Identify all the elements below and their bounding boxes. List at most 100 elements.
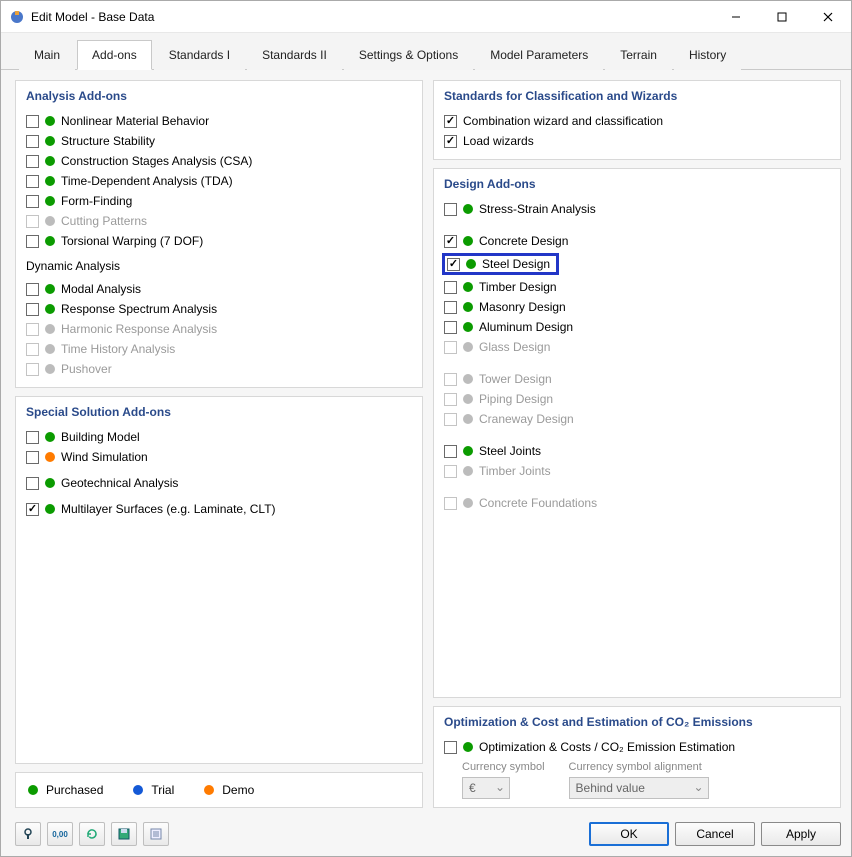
currency-align-select[interactable]: Behind value bbox=[569, 777, 709, 799]
apply-button[interactable]: Apply bbox=[761, 822, 841, 846]
standards-combination-wizard-and-classification-label: Combination wizard and classification bbox=[463, 114, 663, 128]
design-steel-design-checkbox[interactable] bbox=[447, 258, 460, 271]
analysis-panel: Analysis Add-ons Nonlinear Material Beha… bbox=[15, 80, 423, 388]
special-geotechnical-analysis-checkbox[interactable] bbox=[26, 477, 39, 490]
dyn-modal-analysis-row[interactable]: Modal Analysis bbox=[26, 279, 412, 299]
minimize-button[interactable] bbox=[713, 1, 759, 33]
design-concrete-design-checkbox[interactable] bbox=[444, 235, 457, 248]
dyn-pushover-checkbox bbox=[26, 363, 39, 376]
dyn-modal-analysis-label: Modal Analysis bbox=[61, 282, 141, 296]
design-timber-design-status-dot bbox=[463, 282, 473, 292]
standards-combination-wizard-and-classification-row[interactable]: Combination wizard and classification bbox=[444, 111, 830, 131]
standards-load-wizards-row[interactable]: Load wizards bbox=[444, 131, 830, 151]
ok-button[interactable]: OK bbox=[589, 822, 669, 846]
design-concrete-design-row[interactable]: Concrete Design bbox=[444, 231, 830, 251]
analysis-form-finding-row[interactable]: Form-Finding bbox=[26, 191, 412, 211]
design-timber-design-row[interactable]: Timber Design bbox=[444, 277, 830, 297]
dyn-harmonic-response-analysis-status-dot bbox=[45, 324, 55, 334]
analysis-time-dependent-analysis-tda-checkbox[interactable] bbox=[26, 175, 39, 188]
dyn-time-history-analysis-row: Time History Analysis bbox=[26, 339, 412, 359]
design-steel-joints-row[interactable]: Steel Joints bbox=[444, 441, 830, 461]
dyn-harmonic-response-analysis-row: Harmonic Response Analysis bbox=[26, 319, 412, 339]
analysis-construction-stages-analysis-csa-checkbox[interactable] bbox=[26, 155, 39, 168]
analysis-time-dependent-analysis-tda-row[interactable]: Time-Dependent Analysis (TDA) bbox=[26, 171, 412, 191]
analysis-torsional-warping-7-dof-checkbox[interactable] bbox=[26, 235, 39, 248]
special-building-model-status-dot bbox=[45, 432, 55, 442]
standards-combination-wizard-and-classification-checkbox[interactable] bbox=[444, 115, 457, 128]
design-concrete-design-status-dot bbox=[463, 236, 473, 246]
dyn-modal-analysis-checkbox[interactable] bbox=[26, 283, 39, 296]
tab-standards-i[interactable]: Standards I bbox=[154, 40, 245, 70]
design-masonry-design-row[interactable]: Masonry Design bbox=[444, 297, 830, 317]
special-geotechnical-analysis-row[interactable]: Geotechnical Analysis bbox=[26, 473, 412, 493]
tool-keyhole-icon[interactable] bbox=[15, 822, 41, 846]
special-building-model-row[interactable]: Building Model bbox=[26, 427, 412, 447]
opt-label: Optimization & Costs / CO₂ Emission Esti… bbox=[479, 740, 735, 754]
tab-add-ons[interactable]: Add-ons bbox=[77, 40, 152, 70]
design-timber-joints-row: Timber Joints bbox=[444, 461, 830, 481]
special-wind-simulation-row[interactable]: Wind Simulation bbox=[26, 447, 412, 467]
analysis-nonlinear-material-behavior-row[interactable]: Nonlinear Material Behavior bbox=[26, 111, 412, 131]
design-masonry-design-checkbox[interactable] bbox=[444, 301, 457, 314]
special-multilayer-surfaces-e-g-laminate-clt-status-dot bbox=[45, 504, 55, 514]
right-column: Standards for Classification and Wizards… bbox=[433, 80, 841, 808]
dyn-time-history-analysis-checkbox bbox=[26, 343, 39, 356]
design-steel-joints-checkbox[interactable] bbox=[444, 445, 457, 458]
legend: Purchased Trial Demo bbox=[15, 772, 423, 808]
design-aluminum-design-row[interactable]: Aluminum Design bbox=[444, 317, 830, 337]
special-building-model-checkbox[interactable] bbox=[26, 431, 39, 444]
analysis-structure-stability-checkbox[interactable] bbox=[26, 135, 39, 148]
tool-save-icon[interactable] bbox=[111, 822, 137, 846]
analysis-nonlinear-material-behavior-label: Nonlinear Material Behavior bbox=[61, 114, 209, 128]
tool-list-icon[interactable] bbox=[143, 822, 169, 846]
tab-settings-options[interactable]: Settings & Options bbox=[344, 40, 473, 70]
special-multilayer-surfaces-e-g-laminate-clt-checkbox[interactable] bbox=[26, 503, 39, 516]
analysis-time-dependent-analysis-tda-status-dot bbox=[45, 176, 55, 186]
currency-symbol-select[interactable]: € bbox=[462, 777, 510, 799]
tab-standards-ii[interactable]: Standards II bbox=[247, 40, 342, 70]
cancel-button[interactable]: Cancel bbox=[675, 822, 755, 846]
analysis-nonlinear-material-behavior-checkbox[interactable] bbox=[26, 115, 39, 128]
close-button[interactable] bbox=[805, 1, 851, 33]
analysis-structure-stability-label: Structure Stability bbox=[61, 134, 155, 148]
special-multilayer-surfaces-e-g-laminate-clt-row[interactable]: Multilayer Surfaces (e.g. Laminate, CLT) bbox=[26, 499, 412, 519]
opt-row[interactable]: Optimization & Costs / CO₂ Emission Esti… bbox=[444, 737, 830, 757]
design-concrete-design-label: Concrete Design bbox=[479, 234, 568, 248]
dynamic-subheader: Dynamic Analysis bbox=[26, 259, 412, 273]
tab-history[interactable]: History bbox=[674, 40, 741, 70]
tool-units-icon[interactable]: 0,00 bbox=[47, 822, 73, 846]
tab-model-parameters[interactable]: Model Parameters bbox=[475, 40, 603, 70]
analysis-structure-stability-row[interactable]: Structure Stability bbox=[26, 131, 412, 151]
opt-title: Optimization & Cost and Estimation of CO… bbox=[444, 715, 830, 729]
tab-terrain[interactable]: Terrain bbox=[605, 40, 672, 70]
analysis-structure-stability-status-dot bbox=[45, 136, 55, 146]
special-wind-simulation-checkbox[interactable] bbox=[26, 451, 39, 464]
tool-refresh-icon[interactable] bbox=[79, 822, 105, 846]
design-steel-joints-status-dot bbox=[463, 446, 473, 456]
analysis-form-finding-checkbox[interactable] bbox=[26, 195, 39, 208]
dyn-response-spectrum-analysis-row[interactable]: Response Spectrum Analysis bbox=[26, 299, 412, 319]
design-tower-design-row: Tower Design bbox=[444, 369, 830, 389]
analysis-title: Analysis Add-ons bbox=[26, 89, 412, 103]
design-stress-strain-analysis-row[interactable]: Stress-Strain Analysis bbox=[444, 199, 830, 219]
analysis-construction-stages-analysis-csa-row[interactable]: Construction Stages Analysis (CSA) bbox=[26, 151, 412, 171]
standards-load-wizards-checkbox[interactable] bbox=[444, 135, 457, 148]
design-timber-joints-checkbox bbox=[444, 465, 457, 478]
design-steel-design-row[interactable]: Steel Design bbox=[444, 251, 830, 277]
maximize-button[interactable] bbox=[759, 1, 805, 33]
design-timber-design-checkbox[interactable] bbox=[444, 281, 457, 294]
dyn-response-spectrum-analysis-checkbox[interactable] bbox=[26, 303, 39, 316]
analysis-construction-stages-analysis-csa-status-dot bbox=[45, 156, 55, 166]
app-icon bbox=[9, 9, 25, 25]
dyn-harmonic-response-analysis-label: Harmonic Response Analysis bbox=[61, 322, 217, 336]
design-stress-strain-analysis-checkbox[interactable] bbox=[444, 203, 457, 216]
design-tower-design-checkbox bbox=[444, 373, 457, 386]
opt-checkbox[interactable] bbox=[444, 741, 457, 754]
special-title: Special Solution Add-ons bbox=[26, 405, 412, 419]
analysis-form-finding-status-dot bbox=[45, 196, 55, 206]
design-aluminum-design-checkbox[interactable] bbox=[444, 321, 457, 334]
analysis-torsional-warping-7-dof-row[interactable]: Torsional Warping (7 DOF) bbox=[26, 231, 412, 251]
analysis-construction-stages-analysis-csa-label: Construction Stages Analysis (CSA) bbox=[61, 154, 252, 168]
design-aluminum-design-label: Aluminum Design bbox=[479, 320, 573, 334]
tab-main[interactable]: Main bbox=[19, 40, 75, 70]
